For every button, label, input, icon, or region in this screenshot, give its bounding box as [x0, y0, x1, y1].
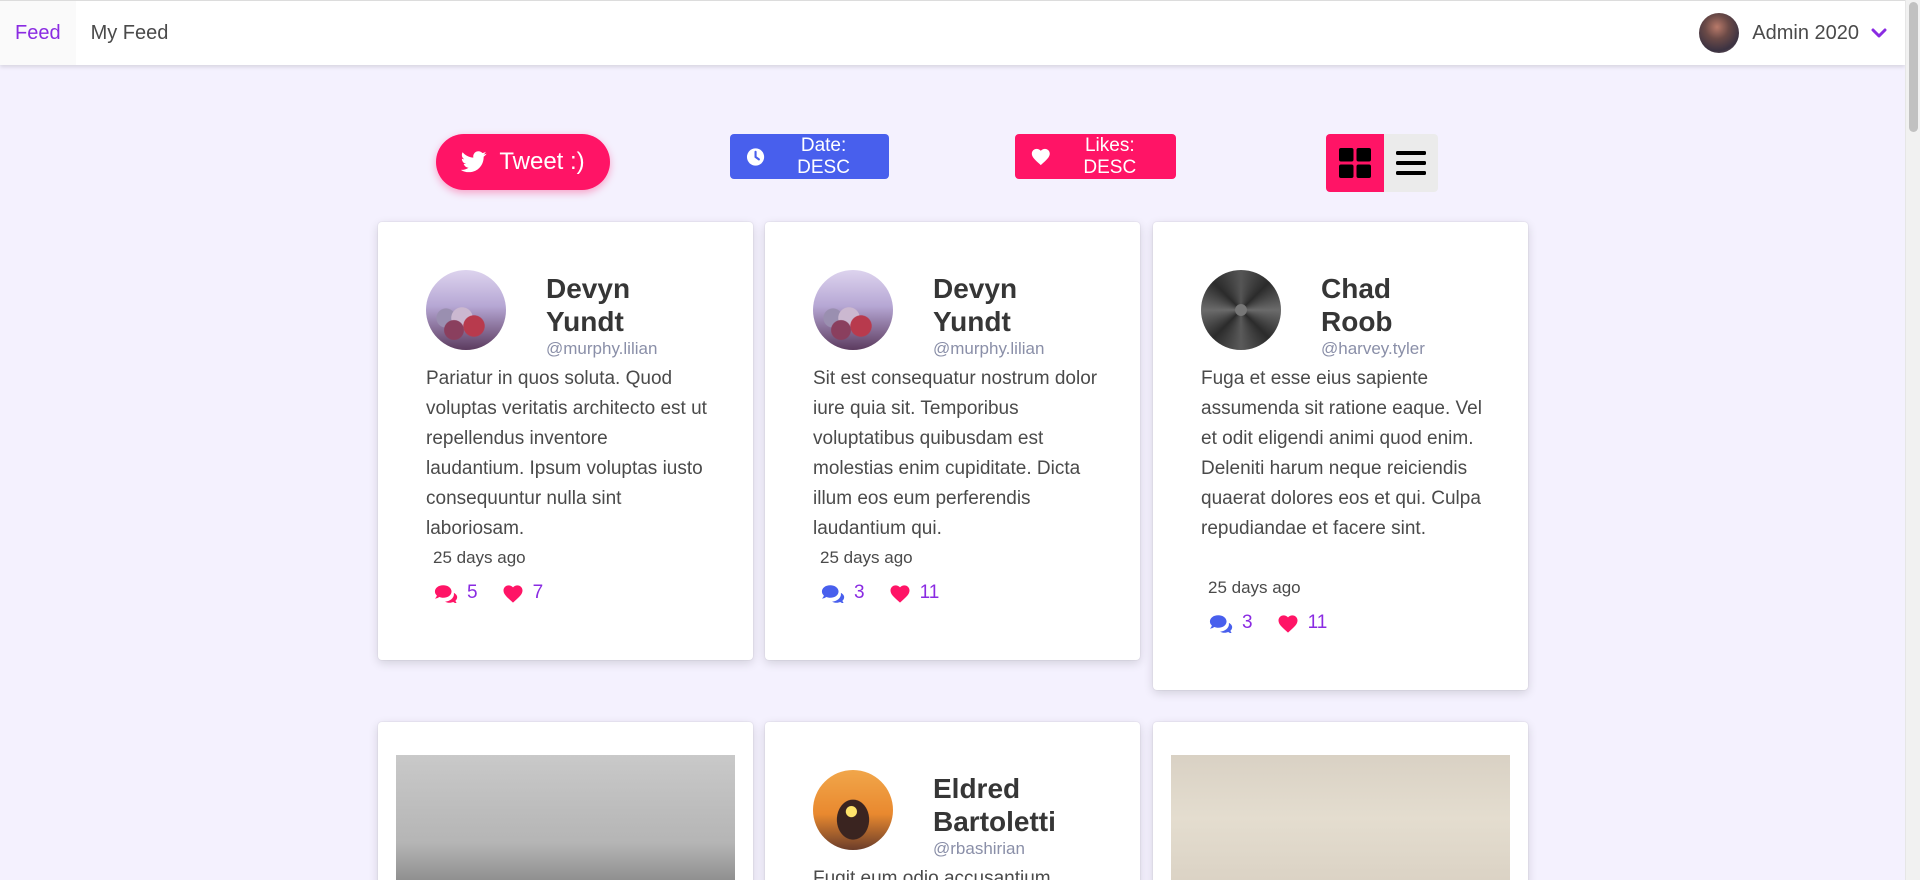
post-text: Sit est consequatur nostrum dolor iure q…	[813, 368, 1098, 539]
likes-stat[interactable]: 11	[1277, 612, 1328, 634]
post-text: Fugit eum odio accusantium	[813, 868, 1051, 880]
post-card	[1153, 722, 1528, 880]
heart-icon	[1031, 148, 1050, 166]
sort-likes-label: Likes: DESC	[1083, 134, 1137, 178]
author-handle: @rbashirian	[933, 839, 1025, 858]
sort-by-likes-button[interactable]: Likes: DESC	[1015, 134, 1176, 179]
tweet-button[interactable]: Tweet :)	[436, 134, 610, 190]
author-avatar[interactable]	[1201, 270, 1281, 350]
heart-icon	[503, 584, 523, 603]
grid-view-button[interactable]	[1326, 134, 1384, 192]
comments-count: 3	[854, 582, 865, 603]
nav-tab-my-feed[interactable]: My Feed	[76, 1, 184, 65]
post-card: Devyn Yundt @murphy.lilian Sit est conse…	[765, 222, 1140, 660]
tweet-button-label: Tweet :)	[499, 148, 585, 175]
sort-by-date-button[interactable]: Date: DESC	[730, 134, 889, 179]
author-name[interactable]: Devyn Yundt	[933, 272, 1103, 338]
post-text: Fuga et esse eius sapiente assumenda sit…	[1201, 368, 1482, 539]
grid-icon	[1339, 148, 1371, 178]
author-handle: @murphy.lilian	[546, 339, 658, 358]
post-image[interactable]	[1171, 755, 1510, 880]
post-card	[378, 722, 753, 880]
post-image[interactable]	[396, 755, 735, 880]
comments-count: 3	[1242, 612, 1253, 633]
author-handle: @murphy.lilian	[933, 339, 1045, 358]
likes-count: 7	[532, 582, 544, 603]
heart-icon	[1278, 614, 1298, 633]
user-menu[interactable]: Admin 2020	[1699, 1, 1887, 65]
list-icon	[1396, 151, 1426, 175]
likes-count: 11	[919, 582, 940, 603]
post-card: Eldred Bartoletti @rbashirian Fugit eum …	[765, 722, 1140, 880]
chevron-down-icon[interactable]	[1871, 27, 1887, 39]
post-timestamp: 25 days ago	[820, 548, 913, 567]
user-avatar[interactable]	[1699, 13, 1740, 53]
top-navbar: Feed My Feed Admin 2020	[0, 0, 1905, 65]
scrollbar-thumb[interactable]	[1909, 2, 1918, 132]
post-card: Chad Roob @harvey.tyler Fuga et esse eiu…	[1153, 222, 1528, 690]
author-handle: @harvey.tyler	[1321, 339, 1425, 358]
post-stats: 5 7	[434, 582, 567, 604]
heart-icon	[890, 584, 910, 603]
author-name[interactable]: Eldred Bartoletti	[933, 772, 1103, 838]
nav-tab-feed[interactable]: Feed	[0, 1, 76, 65]
post-card: Devyn Yundt @murphy.lilian Pariatur in q…	[378, 222, 753, 660]
author-name[interactable]: Devyn Yundt	[546, 272, 716, 338]
comments-stat[interactable]: 3	[821, 582, 865, 604]
post-timestamp: 25 days ago	[433, 548, 526, 567]
likes-stat[interactable]: 7	[502, 582, 544, 604]
comments-icon	[821, 584, 845, 603]
likes-count: 11	[1307, 612, 1328, 633]
user-name: Admin 2020	[1752, 21, 1859, 44]
post-stats: 3 11	[821, 582, 963, 604]
sort-date-label: Date: DESC	[797, 134, 850, 178]
comments-icon	[1209, 614, 1233, 633]
author-avatar[interactable]	[426, 270, 506, 350]
twitter-bird-icon	[461, 151, 487, 173]
comments-count: 5	[467, 582, 478, 603]
clock-icon	[746, 147, 765, 166]
view-mode-toggle	[1326, 134, 1438, 192]
author-avatar[interactable]	[813, 270, 893, 350]
comments-icon	[434, 584, 458, 603]
author-avatar[interactable]	[813, 770, 893, 850]
post-text: Pariatur in quos soluta. Quod voluptas v…	[426, 368, 707, 539]
likes-stat[interactable]: 11	[889, 582, 940, 604]
post-timestamp: 25 days ago	[1208, 578, 1301, 597]
list-view-button[interactable]	[1384, 134, 1438, 192]
page-scrollbar[interactable]	[1905, 0, 1920, 880]
comments-stat[interactable]: 3	[1209, 612, 1253, 634]
comments-stat[interactable]: 5	[434, 582, 478, 604]
author-name[interactable]: Chad Roob	[1321, 272, 1491, 338]
post-stats: 3 11	[1209, 612, 1351, 634]
